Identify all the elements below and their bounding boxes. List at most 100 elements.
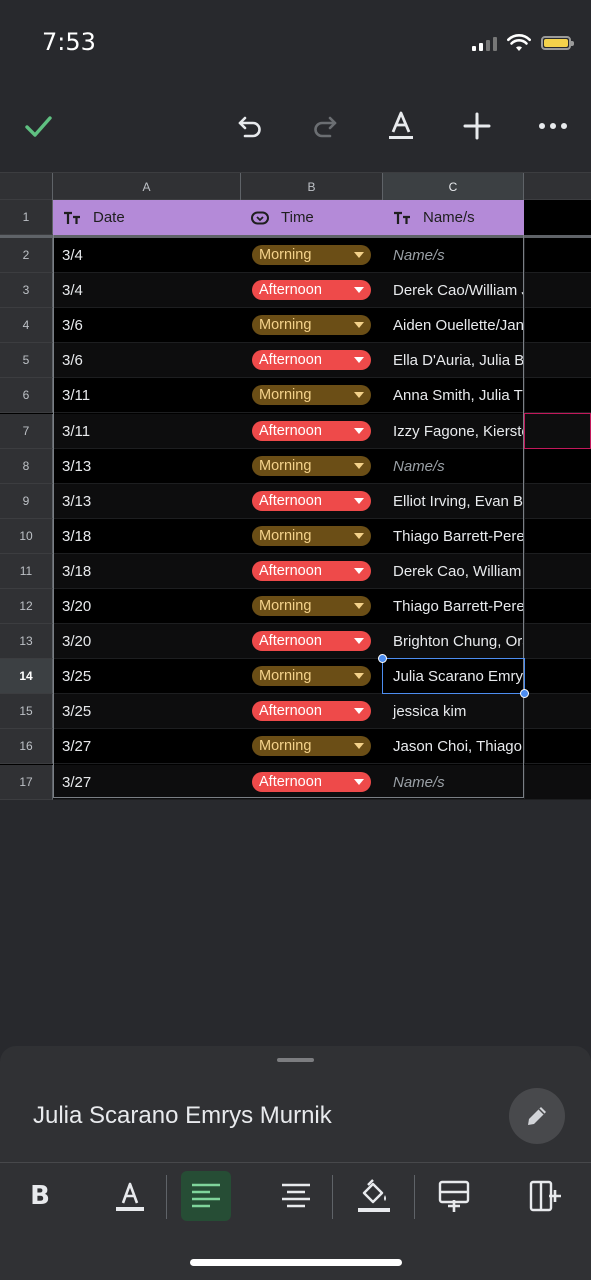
empty-cell[interactable] [524,765,591,799]
empty-cell[interactable] [524,343,591,377]
time-dropdown-chip[interactable]: Morning [252,245,371,265]
date-cell[interactable]: 3/25 [53,659,241,693]
empty-cell[interactable] [524,554,591,588]
time-dropdown-chip[interactable]: Afternoon [252,561,371,581]
empty-cell[interactable] [524,729,591,763]
empty-cell[interactable] [524,694,591,728]
empty-cell[interactable] [524,308,591,342]
names-cell[interactable]: Anna Smith, Julia Tu [383,378,524,412]
time-dropdown-chip[interactable]: Morning [252,456,371,476]
time-dropdown-chip[interactable]: Afternoon [252,631,371,651]
text-color-icon[interactable] [105,1171,155,1221]
row-number[interactable]: 9 [0,484,53,519]
time-cell[interactable]: Afternoon [241,343,383,377]
time-dropdown-chip[interactable]: Morning [252,666,371,686]
home-indicator[interactable] [190,1259,402,1266]
names-cell[interactable]: Jason Choi, Thiago [383,729,524,763]
names-cell[interactable]: Brighton Chung, Ora [383,624,524,658]
plus-icon[interactable] [455,104,499,148]
row-number[interactable]: 4 [0,308,53,343]
time-dropdown-chip[interactable]: Afternoon [252,491,371,511]
date-cell[interactable]: 3/4 [53,238,241,272]
empty-cell[interactable] [524,238,591,272]
time-dropdown-chip[interactable]: Afternoon [252,772,371,792]
date-cell[interactable]: 3/27 [53,729,241,763]
insert-row-icon[interactable] [429,1171,479,1221]
row-number[interactable]: 16 [0,729,53,764]
spreadsheet-grid[interactable]: A B C 1 Date Time Name/s 2 3/4 Morning Name… [0,172,591,800]
date-cell[interactable]: 3/20 [53,589,241,623]
header-date[interactable]: Date [63,200,125,235]
names-cell[interactable]: Derek Cao, William J [383,554,524,588]
names-cell[interactable]: Izzy Fagone, Kierste [383,414,524,448]
row-number[interactable]: 1 [0,200,53,235]
cell-value-text[interactable]: Julia Scarano Emrys Murnik [33,1102,332,1130]
header-names[interactable]: Name/s [393,200,475,235]
column-header-a[interactable]: A [53,173,241,200]
time-dropdown-chip[interactable]: Morning [252,526,371,546]
empty-cell[interactable] [524,378,591,412]
redo-icon[interactable] [303,104,347,148]
row-number[interactable]: 15 [0,694,53,729]
align-center-icon[interactable] [271,1171,321,1221]
empty-cell[interactable] [524,659,591,693]
empty-cell[interactable] [524,484,591,518]
row-number[interactable]: 7 [0,414,53,449]
fill-color-icon[interactable] [349,1171,399,1221]
time-cell[interactable]: Afternoon [241,624,383,658]
row-number[interactable]: 17 [0,765,53,800]
names-cell[interactable]: Name/s [383,765,524,799]
date-cell[interactable]: 3/18 [53,554,241,588]
row-number[interactable]: 14 [0,659,53,694]
empty-cell[interactable] [524,519,591,553]
column-header-b[interactable]: B [241,173,383,200]
date-cell[interactable]: 3/6 [53,308,241,342]
time-dropdown-chip[interactable]: Morning [252,315,371,335]
align-left-icon[interactable] [181,1171,231,1221]
date-cell[interactable]: 3/11 [53,414,241,448]
names-cell[interactable]: Aiden Ouellette/Jan [383,308,524,342]
empty-cell[interactable] [524,624,591,658]
empty-cell[interactable] [524,449,591,483]
time-dropdown-chip[interactable]: Morning [252,736,371,756]
names-cell[interactable]: Thiago Barrett-Pere [383,589,524,623]
selection-handle-bottom[interactable] [520,689,529,698]
select-all-corner[interactable] [0,173,53,201]
time-cell[interactable]: Morning [241,238,383,272]
time-cell[interactable]: Morning [241,659,383,693]
time-cell[interactable]: Afternoon [241,694,383,728]
time-cell[interactable]: Morning [241,729,383,763]
time-dropdown-chip[interactable]: Afternoon [252,701,371,721]
selected-cell-c14[interactable] [382,658,525,694]
row-number[interactable]: 11 [0,554,53,589]
row-number[interactable]: 12 [0,589,53,624]
time-cell[interactable]: Morning [241,308,383,342]
text-color-icon[interactable] [379,104,423,148]
undo-icon[interactable] [228,104,272,148]
date-cell[interactable]: 3/13 [53,449,241,483]
row-number[interactable]: 13 [0,624,53,659]
row-number[interactable]: 6 [0,378,53,413]
names-cell[interactable]: Ella D'Auria, Julia Bu [383,343,524,377]
pencil-icon[interactable] [509,1088,565,1144]
time-dropdown-chip[interactable]: Afternoon [252,280,371,300]
panel-drag-handle[interactable] [277,1058,314,1062]
date-cell[interactable]: 3/18 [53,519,241,553]
cell-d1[interactable] [524,200,591,235]
time-cell[interactable]: Afternoon [241,414,383,448]
names-cell[interactable]: Name/s [383,238,524,272]
date-cell[interactable]: 3/4 [53,273,241,307]
names-cell[interactable]: jessica kim [383,694,524,728]
more-horizontal-icon[interactable] [531,104,575,148]
date-cell[interactable]: 3/6 [53,343,241,377]
date-cell[interactable]: 3/20 [53,624,241,658]
row-number[interactable]: 10 [0,519,53,554]
time-dropdown-chip[interactable]: Afternoon [252,350,371,370]
date-cell[interactable]: 3/27 [53,765,241,799]
empty-cell[interactable] [524,589,591,623]
time-dropdown-chip[interactable]: Morning [252,385,371,405]
empty-cell[interactable] [524,273,591,307]
header-time[interactable]: Time [251,200,314,235]
column-header-c[interactable]: C [383,173,524,200]
row-number[interactable]: 2 [0,238,53,273]
